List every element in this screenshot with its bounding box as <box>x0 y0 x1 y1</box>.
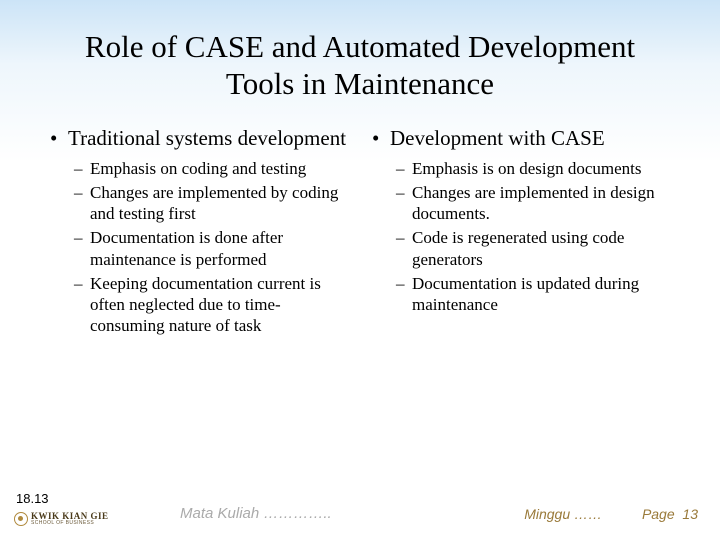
list-item: Documentation is updated during maintena… <box>412 273 670 316</box>
right-heading: Development with CASE <box>390 126 670 151</box>
slide: Role of CASE and Automated Development T… <box>0 0 720 540</box>
logo-text: KWIK KIAN GIE SCHOOL OF BUSINESS <box>31 512 109 526</box>
list-item: Changes are implemented in design docume… <box>412 182 670 225</box>
list-item: Emphasis on coding and testing <box>90 158 348 179</box>
footer: 18.13 KWIK KIAN GIE SCHOOL OF BUSINESS M… <box>0 490 720 530</box>
content-columns: Traditional systems development Emphasis… <box>50 126 670 339</box>
list-item: Code is regenerated using code generator… <box>412 227 670 270</box>
right-column: Development with CASE Emphasis is on des… <box>372 126 670 339</box>
slide-title: Role of CASE and Automated Development T… <box>50 28 670 102</box>
list-item: Emphasis is on design documents <box>412 158 670 179</box>
logo-icon <box>14 512 28 526</box>
footer-week: Minggu …… <box>524 506 602 522</box>
left-heading: Traditional systems development <box>68 126 348 151</box>
page-label: Page <box>642 506 675 522</box>
list-item: Keeping documentation current is often n… <box>90 273 348 337</box>
logo: KWIK KIAN GIE SCHOOL OF BUSINESS <box>14 512 109 526</box>
left-sublist: Emphasis on coding and testing Changes a… <box>90 158 348 337</box>
left-column: Traditional systems development Emphasis… <box>50 126 348 339</box>
right-sublist: Emphasis is on design documents Changes … <box>412 158 670 316</box>
footer-page: Page 13 <box>642 506 698 522</box>
footer-course: Mata Kuliah ………….. <box>180 505 332 522</box>
list-item: Changes are implemented by coding and te… <box>90 182 348 225</box>
page-number: 13 <box>682 506 698 522</box>
slide-number: 18.13 <box>16 491 49 506</box>
logo-sub: SCHOOL OF BUSINESS <box>31 521 109 526</box>
list-item: Documentation is done after maintenance … <box>90 227 348 270</box>
